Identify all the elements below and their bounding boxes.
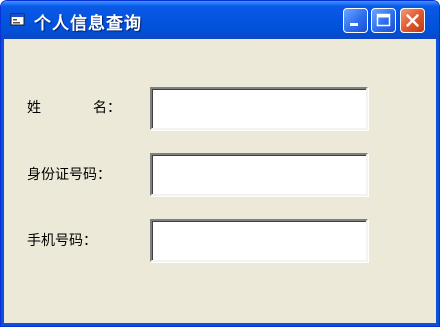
maximize-button[interactable]	[371, 8, 396, 33]
title-bar[interactable]: 个人信息查询	[1, 1, 439, 39]
name-input[interactable]	[150, 87, 368, 130]
id-number-label: 身份证号码：	[27, 167, 111, 183]
minimize-icon	[350, 23, 358, 26]
maximize-icon	[376, 13, 391, 27]
minimize-button[interactable]	[343, 8, 368, 33]
phone-label: 手机号码：	[27, 233, 97, 249]
name-label-second: 名：	[93, 100, 121, 116]
close-icon	[406, 14, 419, 27]
query-window: 个人信息查询 姓 名： 身份证号码： 手机号码：	[0, 0, 440, 327]
name-label-first: 姓	[27, 100, 41, 116]
close-button[interactable]	[400, 8, 425, 33]
form-window-icon[interactable]	[10, 12, 26, 28]
phone-input[interactable]	[150, 219, 368, 262]
window-title: 个人信息查询	[34, 14, 142, 34]
id-number-input[interactable]	[150, 153, 368, 196]
